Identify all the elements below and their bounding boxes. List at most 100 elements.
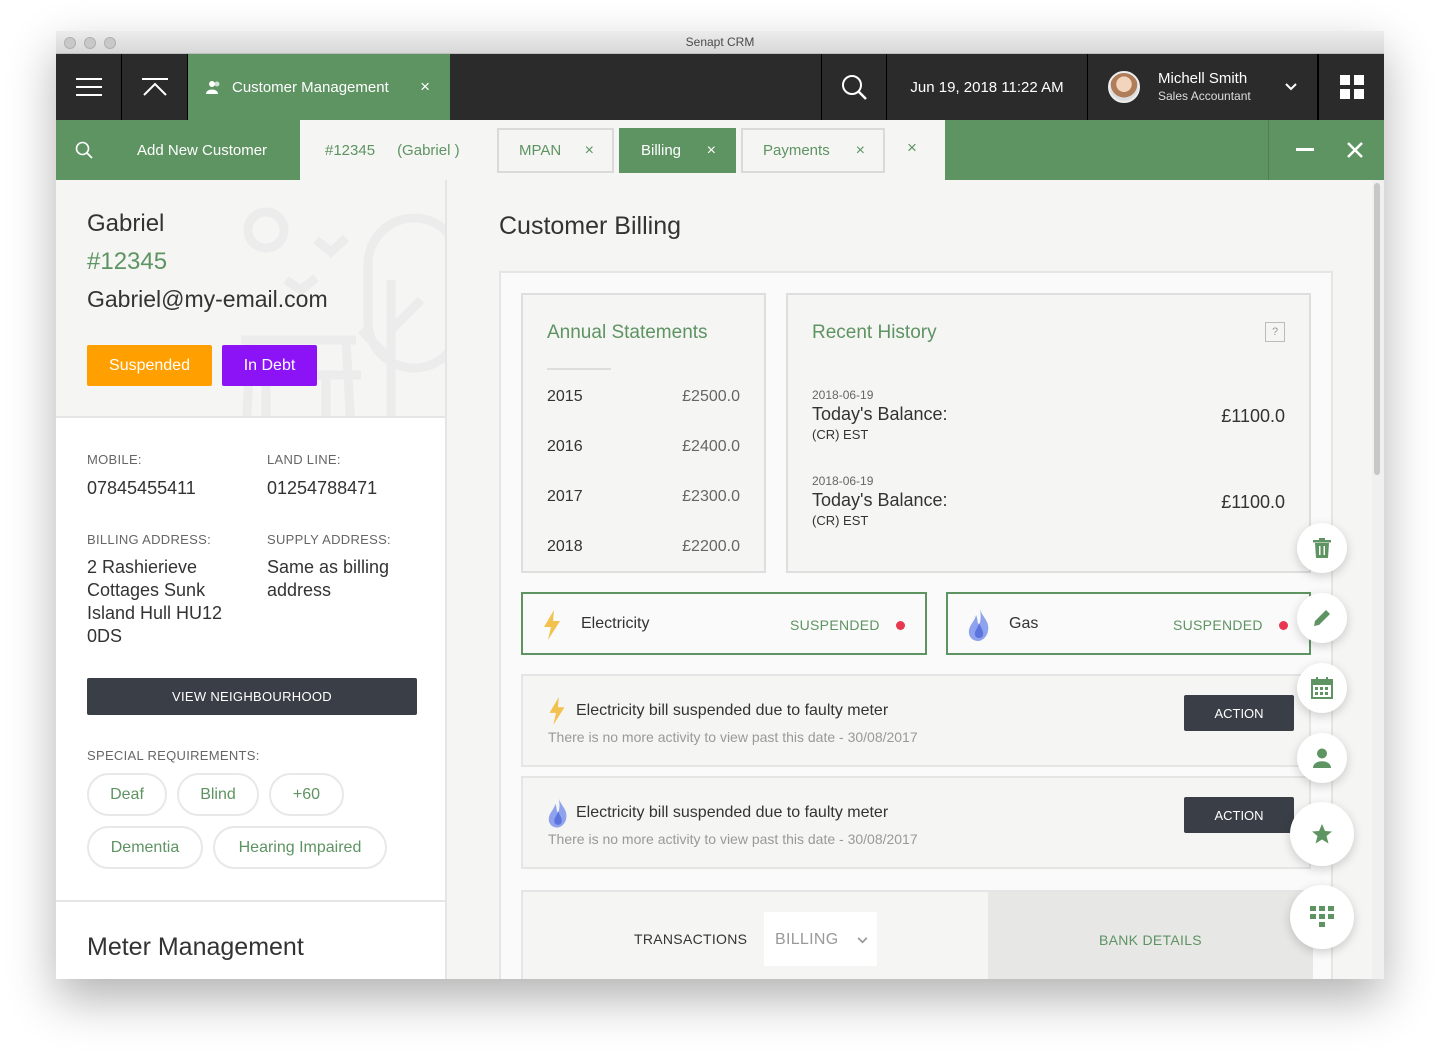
grid-icon: [1339, 75, 1364, 99]
status-dot: [1279, 621, 1288, 630]
alert-subtitle: There is no more activity to view past t…: [548, 831, 918, 847]
delete-button[interactable]: [1297, 523, 1347, 573]
requirement-chip-hearing-impaired[interactable]: Hearing Impaired: [213, 826, 387, 869]
supply-address-label: SUPPLY ADDRESS:: [267, 532, 391, 547]
statement-amount: £2500.0: [682, 388, 740, 405]
search-icon: [842, 75, 867, 100]
customer-tab-name: (Gabriel ): [397, 142, 460, 159]
calendar-icon: [1311, 677, 1333, 699]
mobile-label: MOBILE:: [87, 452, 142, 467]
minus-icon: [1296, 148, 1314, 151]
recent-history-title: Recent History: [812, 322, 937, 343]
billing-address-line: 2 Rashierieve: [87, 557, 198, 577]
module-tab-customer-management[interactable]: Customer Management ×: [188, 54, 450, 120]
requirement-chip-deaf[interactable]: Deaf: [87, 773, 167, 816]
statement-year: 2016: [547, 438, 583, 455]
statement-year: 2018: [547, 538, 583, 555]
status-badge-in-debt: In Debt: [222, 345, 317, 386]
requirement-chip-blind[interactable]: Blind: [177, 773, 259, 816]
tab-mpan-close-button[interactable]: ×: [585, 142, 594, 160]
supply-address-line: address: [267, 580, 332, 600]
edit-button[interactable]: [1297, 593, 1347, 643]
person-icon: [1313, 748, 1331, 768]
pencil-icon: [1314, 610, 1330, 626]
tab-payments[interactable]: Payments ×: [741, 128, 885, 173]
alert-card: Electricity bill suspended due to faulty…: [521, 674, 1311, 767]
more-actions-button[interactable]: [1290, 885, 1354, 949]
billing-address-label: BILLING ADDRESS:: [87, 532, 212, 547]
tab-mpan[interactable]: MPAN ×: [497, 128, 614, 173]
status-dot: [896, 621, 905, 630]
customer-details-panel: Gabriel #12345 Gabriel@my-email.com Susp…: [56, 180, 447, 979]
apps-grid-button[interactable]: [1318, 54, 1384, 120]
collapse-button[interactable]: [122, 54, 188, 120]
users-icon: [206, 81, 220, 94]
tab-billing[interactable]: Billing ×: [619, 128, 736, 173]
top-navigation: Customer Management × Jun 19, 2018 11:22…: [56, 54, 1384, 120]
tab-bank-details-label: BANK DETAILS: [1099, 932, 1202, 948]
electricity-utility-card[interactable]: Electricity SUSPENDED: [521, 592, 927, 655]
customer-search-button[interactable]: [56, 120, 112, 180]
history-date: 2018-06-19: [812, 388, 874, 402]
transactions-section: TRANSACTIONS BILLING BANK DETAILS: [521, 890, 1313, 979]
page-title: Customer Billing: [499, 212, 682, 240]
gas-utility-card[interactable]: Gas SUSPENDED: [946, 592, 1311, 655]
tab-billing-label: Billing: [641, 142, 682, 159]
current-datetime: Jun 19, 2018 11:22 AM: [887, 54, 1088, 120]
tab-transactions[interactable]: TRANSACTIONS: [634, 931, 747, 947]
customer-profile-header: Gabriel #12345 Gabriel@my-email.com Susp…: [56, 180, 445, 418]
close-icon: [1347, 142, 1363, 158]
module-tab-close-button[interactable]: ×: [420, 77, 430, 97]
history-amount: £1100.0: [1221, 492, 1285, 512]
title-underline: [547, 368, 611, 370]
favourite-button[interactable]: [1290, 802, 1354, 866]
alert-title: Electricity bill suspended due to faulty…: [576, 804, 889, 821]
scrollbar-thumb[interactable]: [1374, 183, 1380, 475]
statement-amount: £2200.0: [682, 538, 740, 555]
flame-icon: [548, 798, 567, 828]
customer-id: #12345: [87, 248, 168, 275]
statement-year: 2015: [547, 388, 583, 405]
help-icon[interactable]: ?: [1265, 322, 1285, 342]
recent-history-panel: Recent History ? 2018-06-19 Today's Bala…: [786, 293, 1311, 573]
customer-tab-heading[interactable]: #12345 (Gabriel ): [325, 142, 460, 159]
alert-card: Electricity bill suspended due to faulty…: [521, 776, 1311, 869]
collapse-up-icon: [141, 78, 168, 96]
billing-address-value: 2 Rashierieve Cottages Sunk Island Hull …: [87, 556, 222, 648]
billing-address-line: Island Hull HU12: [87, 603, 223, 623]
requirement-chip-dementia[interactable]: Dementia: [87, 826, 203, 869]
history-amount: £1100.0: [1221, 406, 1285, 426]
contact-button[interactable]: [1297, 733, 1347, 783]
window-title: Senapt CRM: [685, 35, 755, 49]
close-panel-button[interactable]: [1326, 120, 1384, 180]
tab-billing-close-button[interactable]: ×: [707, 142, 716, 160]
calendar-button[interactable]: [1297, 663, 1347, 713]
global-search-button[interactable]: [821, 54, 887, 120]
user-menu[interactable]: Michell Smith Sales Accountant: [1088, 54, 1318, 120]
tab-controls-divider: [1268, 120, 1269, 180]
lightning-icon: [544, 610, 560, 640]
history-label: Today's Balance:: [812, 490, 948, 510]
action-button[interactable]: ACTION: [1184, 695, 1294, 731]
billing-address-line: 0DS: [87, 626, 123, 646]
landline-label: LAND LINE:: [267, 452, 341, 467]
customer-tab-id: #12345: [325, 142, 376, 159]
module-tab-label: Customer Management: [232, 78, 389, 96]
history-date: 2018-06-19: [812, 474, 874, 488]
add-new-customer-tab[interactable]: Add New Customer: [112, 120, 300, 180]
billing-address-line: Cottages Sunk: [87, 580, 206, 600]
flame-icon: [968, 609, 989, 641]
action-button[interactable]: ACTION: [1184, 797, 1294, 833]
annual-statements-panel: Annual Statements 2015 £2500.0 2016 £240…: [521, 293, 766, 573]
menu-button[interactable]: [56, 54, 122, 120]
tab-bank-details[interactable]: BANK DETAILS: [988, 892, 1313, 979]
annual-statements-title: Annual Statements: [547, 322, 708, 343]
view-neighbourhood-button[interactable]: VIEW NEIGHBOURHOOD: [87, 678, 417, 715]
tab-payments-close-button[interactable]: ×: [856, 142, 865, 160]
user-role: Sales Accountant: [1158, 89, 1251, 103]
close-customer-tab-button[interactable]: ×: [907, 138, 917, 158]
requirement-chip-60-plus[interactable]: +60: [269, 773, 344, 816]
hamburger-icon: [75, 78, 102, 96]
billing-type-select[interactable]: BILLING: [764, 912, 877, 966]
user-name: Michell Smith: [1158, 70, 1248, 87]
